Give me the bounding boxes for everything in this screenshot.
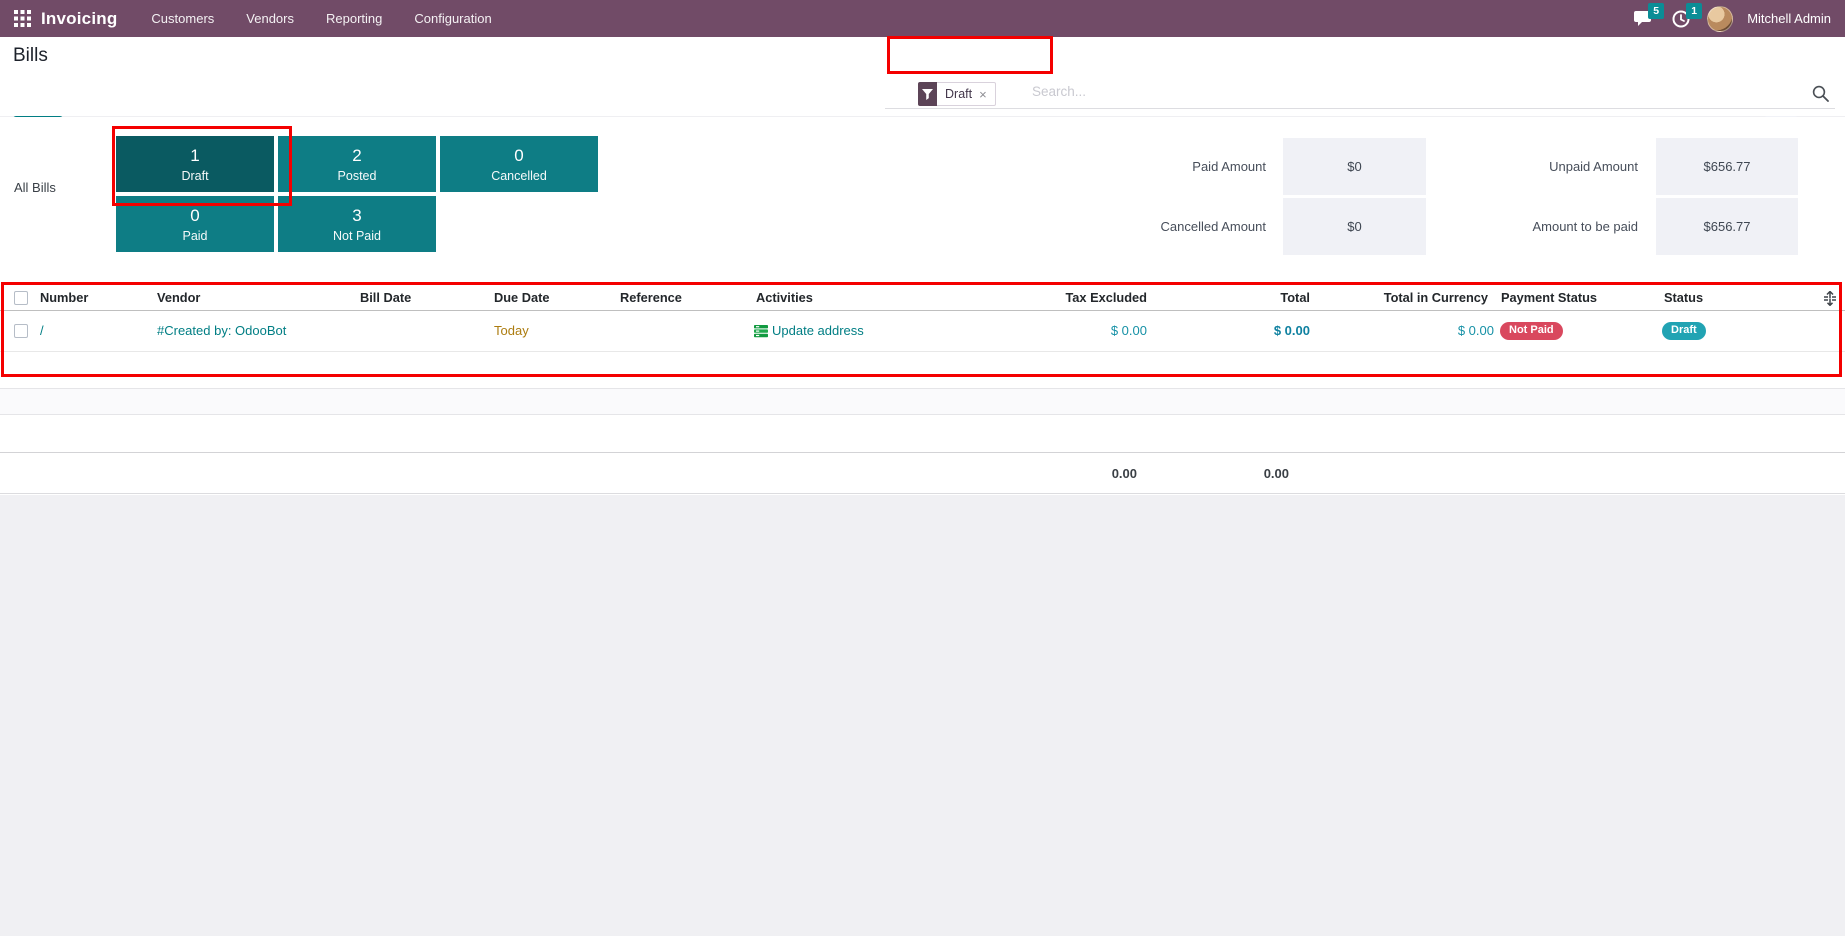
amount-to-be-paid-value: $656.77 [1656, 198, 1798, 255]
col-number[interactable]: Number [40, 290, 88, 305]
optional-columns-sliders-icon[interactable] [1822, 290, 1838, 311]
status-card-draft[interactable]: 1 Draft [116, 136, 274, 192]
status-badge: Draft [1662, 322, 1706, 340]
col-reference[interactable]: Reference [620, 290, 682, 305]
amount-to-be-paid-label: Amount to be paid [1532, 219, 1638, 234]
facet-remove-icon[interactable]: × [979, 87, 987, 102]
cell-vendor[interactable]: #Created by: OdooBot [157, 323, 286, 338]
search-underline [885, 108, 1835, 109]
nav-reporting[interactable]: Reporting [326, 11, 382, 26]
search-input[interactable] [1032, 84, 1212, 99]
nav-configuration[interactable]: Configuration [414, 11, 491, 26]
page-background [0, 495, 1845, 936]
facet-label: Draft [945, 87, 973, 101]
col-payment-status[interactable]: Payment Status [1501, 290, 1597, 305]
cell-number[interactable]: / [40, 323, 44, 338]
col-total-in-currency[interactable]: Total in Currency [1384, 290, 1488, 305]
col-tax-excluded[interactable]: Tax Excluded [1065, 290, 1147, 305]
status-card-posted[interactable]: 2 Posted [278, 136, 436, 192]
status-card-not-paid[interactable]: 3 Not Paid [278, 196, 436, 252]
cancelled-amount-label: Cancelled Amount [1160, 219, 1266, 234]
tax-excluded-sum: 0.00 [1111, 466, 1137, 481]
scope-label: All Bills [14, 180, 56, 195]
total-sum: 0.00 [1263, 466, 1289, 481]
user-avatar[interactable] [1707, 5, 1734, 32]
bill-row[interactable]: / #Created by: OdooBot Today Update addr… [0, 311, 1845, 352]
list-footer: 0.00 0.00 [0, 452, 1845, 494]
list-header: Number Vendor Bill Date Due Date Referen… [0, 286, 1845, 311]
activities-count-badge: 1 [1686, 2, 1703, 19]
app-name[interactable]: Invoicing [41, 9, 117, 29]
messages-count-badge: 5 [1648, 2, 1665, 19]
empty-band [0, 388, 1845, 415]
paid-amount-value: $0 [1283, 138, 1426, 195]
status-card-paid[interactable]: 0 Paid [116, 196, 274, 252]
payment-status-badge: Not Paid [1500, 322, 1563, 340]
apps-grid-icon[interactable] [14, 10, 31, 27]
cell-tax-excluded: $ 0.00 [1110, 323, 1147, 338]
col-vendor[interactable]: Vendor [157, 290, 200, 305]
col-bill-date[interactable]: Bill Date [360, 290, 411, 305]
activity-list-icon [754, 324, 768, 337]
cell-total: $ 0.00 [1273, 323, 1310, 338]
magnifier-icon[interactable] [1812, 85, 1829, 107]
cancelled-amount-value: $0 [1283, 198, 1426, 255]
nav-vendors[interactable]: Vendors [246, 11, 294, 26]
row-checkbox[interactable] [14, 324, 28, 338]
control-panel: Bills Draft × NEW [0, 37, 1845, 145]
unpaid-amount-label: Unpaid Amount [1549, 159, 1638, 174]
top-navigation: Customers Vendors Reporting Configuratio… [151, 11, 491, 26]
user-name[interactable]: Mitchell Admin [1747, 11, 1831, 26]
activity-link[interactable]: Update address [772, 323, 864, 338]
paid-amount-label: Paid Amount [1192, 159, 1266, 174]
col-activities[interactable]: Activities [756, 290, 813, 305]
status-card-cancelled[interactable]: 0 Cancelled [440, 136, 598, 192]
select-all-checkbox[interactable] [14, 291, 28, 305]
cell-total-in-currency: $ 0.00 [1457, 323, 1494, 338]
messages-button[interactable]: 5 [1631, 2, 1665, 31]
page-title: Bills [13, 45, 48, 66]
search-facet-draft[interactable]: Draft × [918, 82, 996, 106]
nav-customers[interactable]: Customers [151, 11, 214, 26]
col-status[interactable]: Status [1664, 290, 1703, 305]
cell-activities[interactable]: Update address [754, 323, 864, 338]
topbar: Invoicing Customers Vendors Reporting Co… [0, 0, 1845, 37]
odoo-invoicing-screen: Invoicing Customers Vendors Reporting Co… [0, 0, 1845, 936]
activities-button[interactable]: 1 [1669, 2, 1703, 31]
facet-funnel-icon [918, 82, 937, 106]
col-total[interactable]: Total [1280, 290, 1310, 305]
main-content: All Bills 1 Draft 2 Posted 0 Cancelled 0… [0, 117, 1845, 936]
col-due-date[interactable]: Due Date [494, 290, 549, 305]
cell-due-date: Today [494, 323, 529, 338]
unpaid-amount-value: $656.77 [1656, 138, 1798, 195]
